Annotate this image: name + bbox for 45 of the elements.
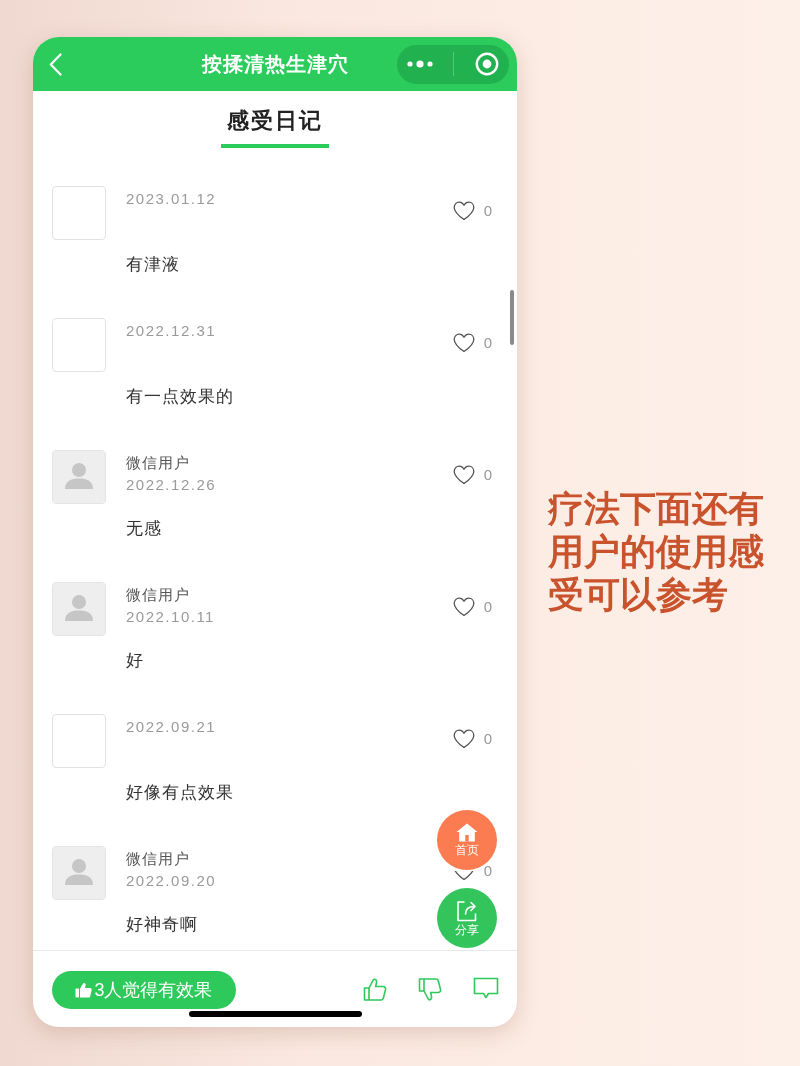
like-count: 0: [483, 465, 492, 485]
heart-icon[interactable]: [452, 333, 475, 354]
user-avatar-icon: [52, 846, 106, 900]
heart-icon[interactable]: [452, 597, 475, 618]
heart-icon[interactable]: [452, 465, 475, 486]
heart-icon[interactable]: [452, 201, 475, 222]
effective-button[interactable]: 3人觉得有效果: [52, 971, 236, 1009]
entry-date: 2022.09.20: [126, 871, 218, 891]
user-avatar-icon: [52, 582, 106, 636]
entry-text: 无感: [126, 518, 162, 540]
share-icon: [456, 899, 478, 922]
thumbs-down-icon[interactable]: [418, 977, 443, 1002]
like-count: 0: [483, 729, 492, 749]
share-button[interactable]: 分享: [437, 888, 497, 948]
like-count: 0: [483, 597, 492, 617]
house-icon: [456, 823, 478, 842]
like-count: 0: [483, 333, 492, 353]
entry-text: 好: [126, 650, 144, 672]
user-name: 微信用户: [126, 453, 191, 473]
entry-date: 2022.12.26: [126, 475, 218, 495]
user-name: 微信用户: [126, 585, 191, 605]
thumbs-up-icon[interactable]: [363, 977, 388, 1002]
target-icon[interactable]: [474, 52, 499, 76]
scroll-indicator: [510, 290, 514, 345]
heart-icon[interactable]: [452, 871, 475, 882]
blank-avatar: [52, 714, 106, 768]
entry-text: 有一点效果的: [126, 386, 234, 408]
like-count: 0: [483, 201, 492, 221]
thumbs-up-icon: [75, 982, 93, 998]
entry-date: 2022.09.21: [126, 717, 218, 737]
page-title: 按揉清热生津穴: [201, 52, 349, 77]
heart-icon[interactable]: [452, 729, 475, 750]
more-icon[interactable]: [407, 60, 434, 68]
entry-date: 2023.01.12: [126, 189, 218, 209]
entry-date: 2022.12.31: [126, 321, 218, 341]
entry-text: 有津液: [126, 254, 180, 276]
entry-text: 好像有点效果: [126, 782, 234, 804]
user-avatar-icon: [52, 450, 106, 504]
tab[interactable]: 感受日记: [221, 106, 329, 148]
entry-date: 2022.10.11: [126, 607, 216, 627]
blank-avatar: [52, 186, 106, 240]
caption-text: 疗法下面还有用户的使用感受可以参考: [548, 487, 764, 616]
blank-avatar: [52, 318, 106, 372]
user-name: 微信用户: [126, 849, 191, 869]
entry-text: 好神奇啊: [126, 914, 198, 936]
